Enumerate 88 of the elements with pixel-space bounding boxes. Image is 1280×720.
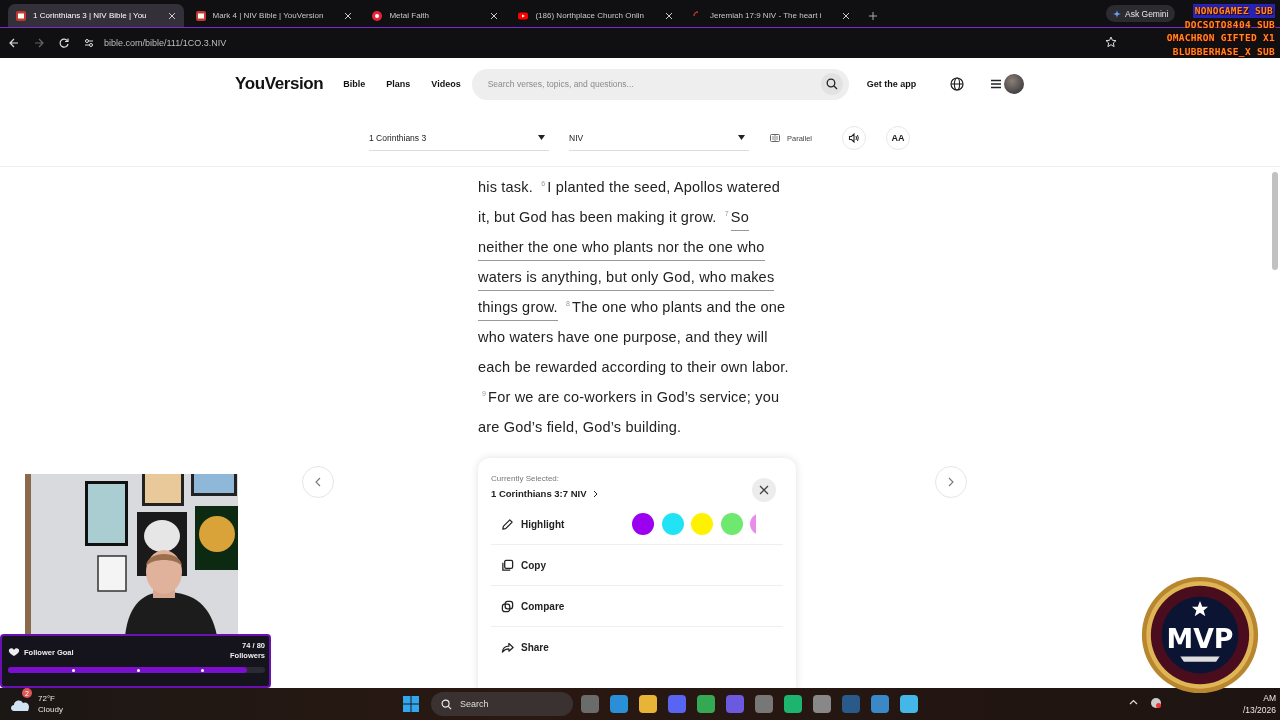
site-settings-icon[interactable] [83,37,95,49]
app-icon[interactable] [812,695,831,713]
back-icon[interactable] [8,37,20,49]
app-icon[interactable] [696,695,715,713]
selection-label: Currently Selected: [491,474,561,483]
nav-link[interactable]: Plans [386,79,411,89]
chevron-left-icon [314,477,322,487]
verse-text[interactable]: his task. $^{6}$ I planted the seed, Apollos watered it, but God has been making it grow. $^{7}$ So neither the one who plants nor the one who waters is anything, but only God, who makes things grow. $^{8}$ The one who plants and the one who waters have one purpose, and they will each be rewarded according to their own labor. $^{9}$ For we are co-workers in God’s service; you are God’s field, God’s building. [478,167,796,442]
play-icon [518,10,529,21]
book-icon [16,10,26,21]
alert-text: BLUBBERHASE_X SUB [1172,44,1275,58]
book-dropdown[interactable]: 1 Corinthians 3 [369,125,549,151]
app-icon[interactable] [870,695,889,713]
highlight-button[interactable]: Highlight [501,517,565,531]
bookmark-star-icon[interactable] [1105,36,1117,48]
version-dropdown[interactable]: NIV [569,125,749,151]
close-icon [759,485,769,495]
color-swatch[interactable] [661,513,684,535]
music-icon [372,10,383,21]
emblem-text: MVP [1166,622,1234,654]
app-icon[interactable] [783,695,802,713]
browser-tab[interactable]: (186) Northplace Church Onlin [510,4,681,27]
search-icon [440,698,452,710]
alert-text: NONOGAMEZ SUB [1192,4,1275,18]
nav-link[interactable]: Bible [343,79,366,89]
scrollbar-thumb[interactable] [1272,172,1278,270]
start-icon[interactable] [402,696,419,712]
share-button[interactable]: Share [501,640,549,654]
app-icon[interactable] [667,695,686,713]
menu-icon[interactable] [990,79,1003,89]
color-swatch[interactable] [720,513,743,535]
copy-icon [501,558,514,572]
copy-button[interactable]: Copy [501,558,546,572]
alert-text: OMACHRON GIFTED X1 [1166,31,1275,45]
new-tab-icon[interactable] [868,11,879,21]
compare-button[interactable]: Compare [501,599,565,613]
weather-condition: Cloudy [38,704,63,715]
app-icon[interactable] [609,695,628,713]
alert-text: DOCSOTO8404 SUB [1184,17,1275,31]
forward-icon[interactable] [33,37,45,49]
milestone-dot [136,668,140,672]
ask-gemini-button[interactable]: Ask Gemini [1106,5,1176,22]
get-app-link[interactable]: Get the app [866,79,917,89]
close-icon[interactable] [490,11,499,20]
audio-button[interactable] [842,126,866,150]
book-icon [195,10,206,21]
compare-icon [501,599,514,613]
pencil-icon [501,517,514,531]
app-icon[interactable] [899,695,918,713]
font-size-button[interactable]: AA [886,126,910,150]
browser-tab[interactable]: Mark 4 | NIV Bible | YouVersion [187,4,361,27]
close-icon[interactable] [842,11,851,20]
search-icon[interactable] [825,78,838,90]
share-icon [501,640,514,654]
taskbar-search-field[interactable]: Search [430,692,573,716]
selected-reference-link[interactable]: 1 Corinthians 3:7 NIV [491,488,598,499]
temperature-text: 72°F [38,693,56,704]
reload-icon[interactable] [58,37,70,49]
chevron-right-icon [592,489,598,498]
color-swatch[interactable] [691,513,713,535]
browser-tab[interactable]: Metal Faith [364,4,507,27]
milestone-dot [72,668,76,672]
address-field[interactable]: bible.com/bible/111/1CO.3.NIV [104,38,227,48]
globe-icon[interactable] [950,77,965,91]
close-button[interactable] [752,478,776,502]
chevron-right-icon [947,477,955,487]
clock-time[interactable]: AM [1263,692,1276,704]
close-icon[interactable] [344,11,353,20]
milestone-dot [200,668,204,672]
clock-date[interactable]: /13/2026 [1242,704,1276,716]
search-field[interactable]: Search verses, topics, and questions... [471,68,849,100]
browser-tab[interactable]: 1 Corinthians 3 | NIV Bible | You [8,4,184,27]
caret-icon [738,135,745,140]
color-swatch[interactable] [632,513,654,535]
browser-tab[interactable]: Jeremiah 17:9 NIV - The heart i [684,4,859,27]
app-icon[interactable] [754,695,773,713]
chevron-up-icon[interactable] [1129,699,1138,705]
close-icon[interactable] [167,11,176,20]
caret-icon [538,135,545,140]
sparkle-icon [1113,9,1121,18]
site-logo[interactable]: YouVersion [235,74,324,94]
speaker-icon [848,132,860,144]
tray-app-icon[interactable] [1150,697,1162,709]
app-icon[interactable] [638,695,657,713]
close-icon[interactable] [664,11,673,20]
columns-icon [770,134,780,142]
avatar[interactable] [1004,74,1025,94]
nav-link[interactable]: Videos [431,79,461,89]
